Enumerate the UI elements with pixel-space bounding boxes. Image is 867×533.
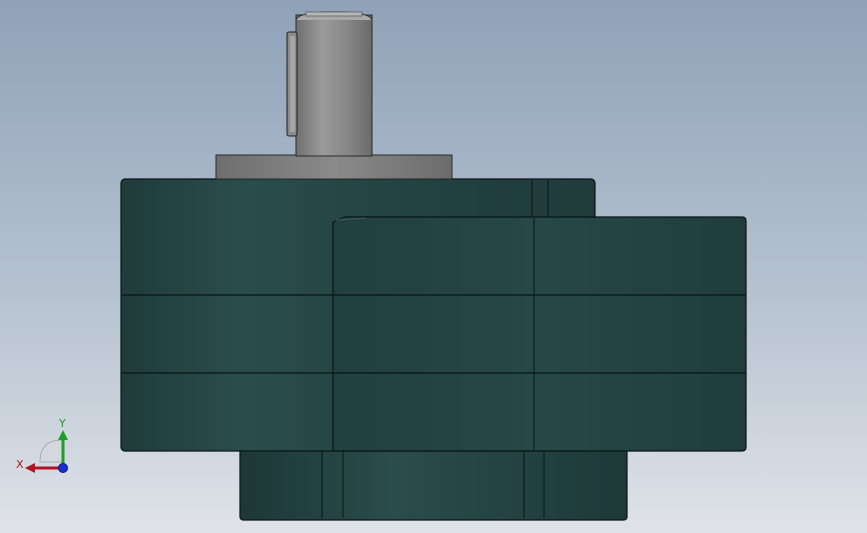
- orientation-triad[interactable]: Y X: [0, 0, 867, 533]
- graphics-viewport[interactable]: Y X: [0, 0, 867, 533]
- x-axis-arrow: [25, 463, 63, 473]
- triad-plane-shading: [39, 439, 63, 463]
- x-axis-label: X: [16, 458, 24, 471]
- z-axis-dot: [58, 463, 68, 473]
- y-axis-label: Y: [58, 417, 66, 430]
